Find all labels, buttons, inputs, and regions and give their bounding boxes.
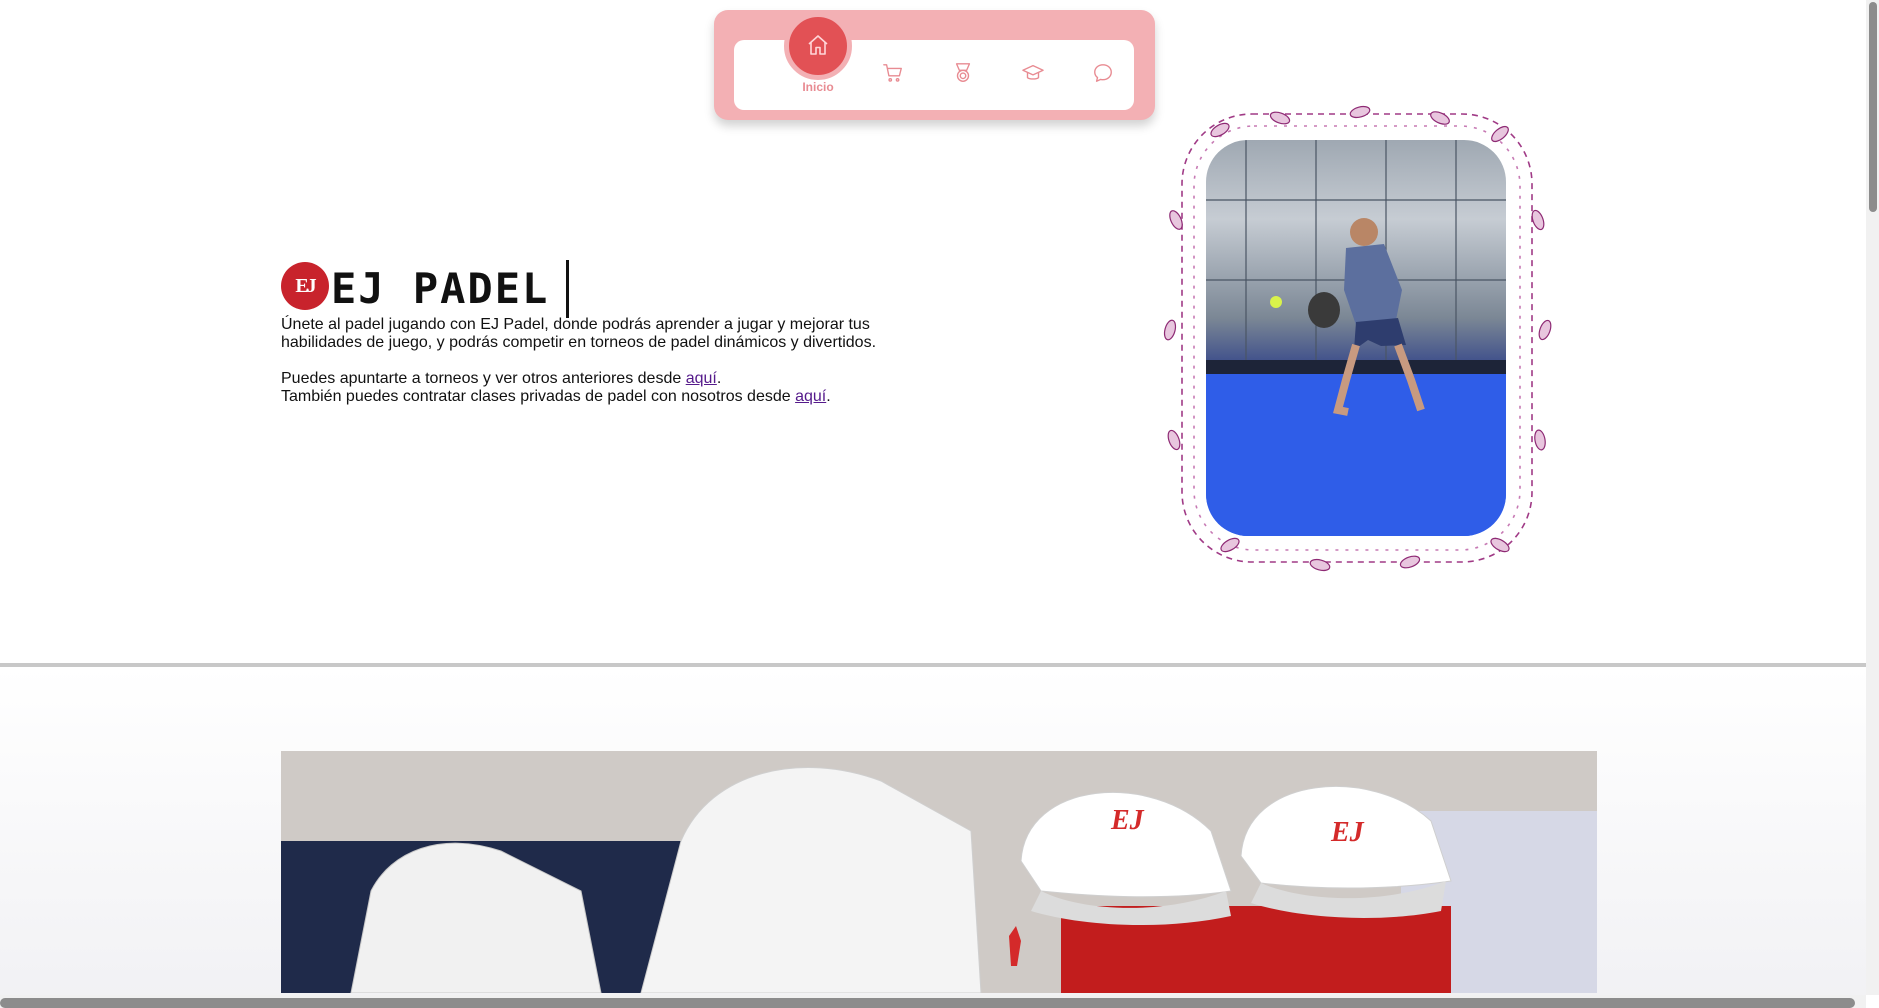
nav-item-tournaments[interactable]	[927, 40, 997, 110]
chat-icon	[1094, 64, 1112, 82]
top-navigation: Inicio	[714, 10, 1155, 120]
period: .	[826, 388, 831, 405]
ej-logo: EJ	[281, 262, 329, 310]
classes-text: También puedes contratar clases privadas…	[281, 388, 796, 405]
nav-item-classes[interactable]	[997, 40, 1067, 110]
medal-icon	[955, 63, 971, 82]
vertical-scrollbar[interactable]	[1866, 0, 1879, 995]
nav-item-contact[interactable]	[1067, 40, 1137, 110]
graduation-cap-icon	[1022, 64, 1044, 80]
nav-bar: Inicio	[734, 12, 1137, 110]
cap-2-logo: EJ	[1330, 817, 1365, 848]
tournaments-line: Puedes apuntarte a torneos y ver otros a…	[281, 370, 901, 388]
nav-item-shop[interactable]	[857, 40, 927, 110]
cart-icon	[883, 64, 902, 82]
page-title: EJ PADEL	[331, 264, 550, 313]
merch-photo: EJ EJ	[281, 751, 1597, 993]
intro-paragraph: Únete al padel jugando con EJ Padel, don…	[281, 316, 877, 351]
tournaments-text: Puedes apuntarte a torneos y ver otros a…	[281, 370, 686, 387]
player-photo	[1206, 140, 1506, 536]
tournaments-link[interactable]: aquí	[686, 370, 717, 387]
nav-item-inicio-label[interactable]: Inicio	[783, 80, 853, 94]
home-icon	[808, 35, 828, 55]
typing-caret	[566, 260, 569, 318]
cap-1-logo: EJ	[1110, 805, 1145, 836]
hero-description: Únete al padel jugando con EJ Padel, don…	[281, 316, 901, 406]
period: .	[716, 370, 722, 387]
player-photo-frame	[1160, 100, 1555, 575]
classes-line: También puedes contratar clases privadas…	[281, 388, 901, 406]
classes-link[interactable]: aquí	[795, 388, 826, 405]
nav-item-inicio[interactable]	[784, 12, 852, 80]
horizontal-scroll-thumb[interactable]	[0, 998, 1855, 1008]
vertical-scroll-thumb[interactable]	[1869, 2, 1877, 212]
horizontal-scrollbar[interactable]	[0, 995, 1866, 1008]
